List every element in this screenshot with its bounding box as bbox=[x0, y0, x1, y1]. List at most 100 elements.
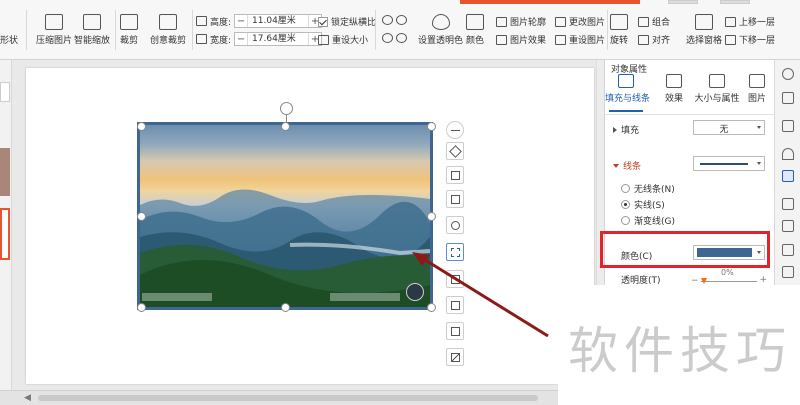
fill-value: 无 bbox=[719, 125, 729, 135]
width-field[interactable]: − 17.64厘米 + bbox=[234, 32, 323, 46]
resize-handle-n[interactable] bbox=[281, 122, 290, 131]
radio-no-line[interactable]: 无线条(N) bbox=[621, 182, 675, 195]
bring-forward-button[interactable]: 上移一层 bbox=[725, 15, 775, 28]
quick-transform-button[interactable] bbox=[446, 190, 464, 208]
properties-icon[interactable] bbox=[782, 170, 794, 182]
rotate-handle[interactable] bbox=[280, 102, 293, 115]
layers-button[interactable] bbox=[446, 142, 464, 160]
radio-button[interactable] bbox=[621, 200, 630, 209]
fill-dropdown[interactable]: 无 bbox=[693, 120, 765, 135]
lock-ratio-check[interactable] bbox=[318, 16, 328, 27]
quick-image-button[interactable] bbox=[446, 322, 464, 340]
reset-picture-button[interactable]: 重设图片 bbox=[555, 33, 605, 46]
quick-outline-button[interactable] bbox=[446, 243, 464, 261]
height-decrease-button[interactable]: − bbox=[235, 15, 247, 27]
crop-button[interactable]: 裁剪 bbox=[120, 14, 138, 46]
compress-label: 压缩图片 bbox=[36, 36, 73, 46]
chevron-down-icon bbox=[757, 162, 761, 165]
resize-handle-ne[interactable] bbox=[427, 122, 436, 131]
star-icon[interactable] bbox=[782, 68, 794, 80]
quick-fill-button[interactable] bbox=[446, 270, 464, 288]
slide-thumbnail[interactable] bbox=[0, 82, 10, 102]
share-icon[interactable] bbox=[782, 220, 794, 232]
collapse-toolbar-button[interactable] bbox=[446, 121, 464, 139]
picture-outline-button[interactable]: 图片轮廓 bbox=[496, 15, 546, 28]
resize-handle-s[interactable] bbox=[281, 303, 290, 312]
brightness-icon[interactable] bbox=[382, 15, 393, 25]
plus-icon[interactable]: + bbox=[759, 275, 767, 285]
slide-thumbnail-pane[interactable] bbox=[0, 60, 12, 390]
tab-label: 大小与属性 bbox=[694, 94, 740, 104]
line-style-dropdown[interactable] bbox=[693, 156, 765, 171]
height-field[interactable]: − 11.04厘米 + bbox=[234, 14, 323, 28]
tab-picture[interactable]: 图片 bbox=[739, 74, 775, 104]
send-backward-button[interactable]: 下移一层 bbox=[725, 33, 775, 46]
reset-size-button[interactable]: 重设大小 bbox=[318, 33, 368, 46]
rotate-button[interactable]: 旋转 bbox=[610, 14, 628, 46]
resize-handle-e[interactable] bbox=[427, 212, 436, 221]
zoom-button[interactable] bbox=[446, 216, 464, 234]
zoom-icon bbox=[451, 221, 460, 230]
creative-crop-button[interactable]: 创意裁剪 bbox=[150, 14, 186, 46]
width-decrease-button[interactable]: − bbox=[235, 33, 247, 45]
lock-ratio-checkbox[interactable]: 锁定纵横比 bbox=[318, 15, 376, 28]
set-transparent-color-button[interactable]: 设置透明色 bbox=[418, 14, 463, 46]
slide-thumbnail-active[interactable] bbox=[0, 208, 10, 260]
effect-mini-buttons[interactable] bbox=[382, 15, 407, 25]
cursor-icon[interactable] bbox=[782, 92, 794, 104]
property-tabs: 填充与线条 效果 大小与属性 图片 bbox=[605, 74, 775, 112]
quick-copy-button[interactable] bbox=[446, 296, 464, 314]
effect-mini-buttons-2[interactable] bbox=[382, 33, 407, 43]
change-picture-button[interactable]: 更改图片 bbox=[555, 15, 605, 28]
sun-dim-icon[interactable] bbox=[396, 33, 407, 43]
active-tab-underline bbox=[609, 110, 643, 112]
sun-icon[interactable] bbox=[382, 33, 393, 43]
color-button[interactable]: 颜色 bbox=[466, 14, 484, 46]
radio-button[interactable] bbox=[621, 216, 630, 225]
line-section-header[interactable]: 线条 bbox=[613, 159, 641, 172]
selection-pane-button[interactable]: 选择窗格 bbox=[686, 14, 722, 46]
shapes-icon[interactable] bbox=[782, 120, 794, 132]
contrast-icon[interactable] bbox=[396, 15, 407, 25]
triangle-icon[interactable] bbox=[782, 148, 794, 160]
tab-fill-line[interactable]: 填充与线条 bbox=[605, 74, 650, 112]
resize-handle-se[interactable] bbox=[427, 303, 436, 312]
divider bbox=[605, 114, 775, 115]
selected-picture[interactable] bbox=[137, 122, 433, 310]
resize-handle-w[interactable] bbox=[137, 212, 146, 221]
quick-crop-button[interactable] bbox=[446, 166, 464, 184]
resize-handle-sw[interactable] bbox=[137, 303, 146, 312]
width-control: 宽度: − 17.64厘米 + bbox=[196, 32, 323, 46]
height-value[interactable]: 11.04厘米 bbox=[247, 15, 310, 27]
width-value[interactable]: 17.64厘米 bbox=[247, 33, 310, 45]
slide-thumbnail[interactable] bbox=[0, 148, 10, 196]
shape-button[interactable]: 形状 bbox=[0, 14, 18, 46]
horizontal-scrollbar[interactable]: ◀ bbox=[0, 390, 604, 405]
scroll-left-arrow[interactable]: ◀ bbox=[24, 393, 31, 403]
compress-picture-button[interactable]: 压缩图片 bbox=[36, 14, 72, 46]
top-box bbox=[668, 0, 698, 4]
document-icon[interactable] bbox=[782, 198, 794, 210]
smart-zoom-button[interactable]: 智能缩放 bbox=[74, 14, 110, 46]
scroll-thumb[interactable] bbox=[38, 395, 538, 401]
slider-thumb[interactable] bbox=[701, 278, 707, 284]
bring-forward-label: 上移一层 bbox=[739, 18, 776, 28]
radio-button[interactable] bbox=[621, 184, 630, 193]
fill-section-header[interactable]: 填充 bbox=[613, 123, 639, 136]
radio-gradient-line[interactable]: 渐变线(G) bbox=[621, 214, 675, 227]
quick-slash-button[interactable] bbox=[446, 348, 464, 366]
tab-size-props[interactable]: 大小与属性 bbox=[693, 74, 741, 104]
align-button[interactable]: 对齐 bbox=[638, 33, 670, 46]
picture-effect-button[interactable]: 图片效果 bbox=[496, 33, 546, 46]
radio-solid-line[interactable]: 实线(S) bbox=[621, 198, 665, 211]
group-button[interactable]: 组合 bbox=[638, 15, 670, 28]
slider-track[interactable] bbox=[701, 281, 757, 282]
tab-effect[interactable]: 效果 bbox=[653, 74, 695, 104]
layers-icon bbox=[449, 145, 462, 158]
reset-size-label: 重设大小 bbox=[332, 36, 369, 46]
lock-ratio-label: 锁定纵横比 bbox=[331, 18, 377, 28]
reset-size-icon bbox=[318, 34, 329, 45]
image-icon[interactable] bbox=[782, 266, 794, 278]
resize-handle-nw[interactable] bbox=[137, 122, 146, 131]
list-icon[interactable] bbox=[782, 244, 794, 256]
